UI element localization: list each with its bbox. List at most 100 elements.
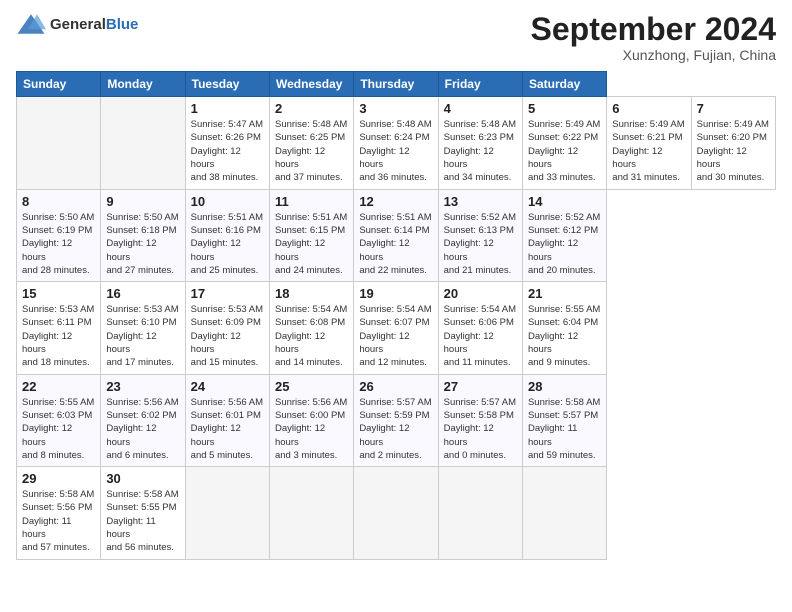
calendar-cell: 25 Sunrise: 5:56 AM Sunset: 6:00 PM Dayli… [269,374,353,466]
calendar-cell: 29 Sunrise: 5:58 AM Sunset: 5:56 PM Dayli… [17,467,101,559]
location: Xunzhong, Fujian, China [531,47,776,63]
calendar-cell: 19 Sunrise: 5:54 AM Sunset: 6:07 PM Dayli… [354,282,438,374]
day-info: Sunrise: 5:49 AM Sunset: 6:21 PM Dayligh… [612,118,685,184]
col-tuesday: Tuesday [185,72,269,97]
calendar-cell: 15Sunrise: 5:53 AM Sunset: 6:11 PM Dayli… [17,282,101,374]
day-info: Sunrise: 5:55 AM Sunset: 6:04 PM Dayligh… [528,303,601,369]
day-info: Sunrise: 5:58 AM Sunset: 5:56 PM Dayligh… [22,488,95,554]
page: GeneralBlue September 2024 Xunzhong, Fuj… [0,0,792,612]
header-row: Sunday Monday Tuesday Wednesday Thursday… [17,72,776,97]
col-friday: Friday [438,72,522,97]
day-number: 12 [359,194,432,209]
day-info: Sunrise: 5:53 AM Sunset: 6:09 PM Dayligh… [191,303,264,369]
day-number: 5 [528,101,601,116]
calendar-cell: 20 Sunrise: 5:54 AM Sunset: 6:06 PM Dayli… [438,282,522,374]
calendar-cell [354,467,438,559]
day-number: 28 [528,379,601,394]
day-info: Sunrise: 5:56 AM Sunset: 6:02 PM Dayligh… [106,396,179,462]
calendar-cell: 5Sunrise: 5:49 AM Sunset: 6:22 PM Daylig… [522,97,606,189]
calendar-table: Sunday Monday Tuesday Wednesday Thursday… [16,71,776,559]
calendar-cell: 11Sunrise: 5:51 AM Sunset: 6:15 PM Dayli… [269,189,353,281]
title-area: September 2024 Xunzhong, Fujian, China [531,12,776,63]
day-number: 3 [359,101,432,116]
day-number: 19 [359,286,432,301]
calendar-cell [438,467,522,559]
calendar-cell: 14Sunrise: 5:52 AM Sunset: 6:12 PM Dayli… [522,189,606,281]
day-number: 7 [697,101,770,116]
day-info: Sunrise: 5:49 AM Sunset: 6:20 PM Dayligh… [697,118,770,184]
day-info: Sunrise: 5:51 AM Sunset: 6:14 PM Dayligh… [359,211,432,277]
day-info: Sunrise: 5:51 AM Sunset: 6:15 PM Dayligh… [275,211,348,277]
col-wednesday: Wednesday [269,72,353,97]
calendar-cell: 2Sunrise: 5:48 AM Sunset: 6:25 PM Daylig… [269,97,353,189]
calendar-cell: 17 Sunrise: 5:53 AM Sunset: 6:09 PM Dayli… [185,282,269,374]
col-sunday: Sunday [17,72,101,97]
day-number: 25 [275,379,348,394]
calendar-cell [17,97,101,189]
calendar-cell: 22 Sunrise: 5:55 AM Sunset: 6:03 PM Dayli… [17,374,101,466]
logo: GeneralBlue [16,12,138,36]
day-info: Sunrise: 5:51 AM Sunset: 6:16 PM Dayligh… [191,211,264,277]
header: GeneralBlue September 2024 Xunzhong, Fuj… [16,12,776,63]
day-number: 2 [275,101,348,116]
col-saturday: Saturday [522,72,606,97]
day-number: 24 [191,379,264,394]
day-number: 9 [106,194,179,209]
day-info: Sunrise: 5:56 AM Sunset: 6:00 PM Dayligh… [275,396,348,462]
calendar-cell [101,97,185,189]
calendar-cell [185,467,269,559]
day-info: Sunrise: 5:54 AM Sunset: 6:07 PM Dayligh… [359,303,432,369]
calendar-cell: 7 Sunrise: 5:49 AM Sunset: 6:20 PM Daylig… [691,97,775,189]
calendar-cell: 24 Sunrise: 5:56 AM Sunset: 6:01 PM Dayli… [185,374,269,466]
day-number: 23 [106,379,179,394]
day-info: Sunrise: 5:57 AM Sunset: 5:59 PM Dayligh… [359,396,432,462]
calendar-cell: 13Sunrise: 5:52 AM Sunset: 6:13 PM Dayli… [438,189,522,281]
day-number: 29 [22,471,95,486]
day-number: 26 [359,379,432,394]
calendar-cell [269,467,353,559]
day-number: 14 [528,194,601,209]
day-number: 18 [275,286,348,301]
calendar-cell: 9 Sunrise: 5:50 AM Sunset: 6:18 PM Daylig… [101,189,185,281]
calendar-cell: 6 Sunrise: 5:49 AM Sunset: 6:21 PM Daylig… [607,97,691,189]
calendar-cell: 8Sunrise: 5:50 AM Sunset: 6:19 PM Daylig… [17,189,101,281]
month-title: September 2024 [531,12,776,47]
day-info: Sunrise: 5:54 AM Sunset: 6:06 PM Dayligh… [444,303,517,369]
logo-text: GeneralBlue [50,16,138,33]
day-number: 30 [106,471,179,486]
day-number: 27 [444,379,517,394]
day-info: Sunrise: 5:47 AM Sunset: 6:26 PM Dayligh… [191,118,264,184]
day-info: Sunrise: 5:50 AM Sunset: 6:19 PM Dayligh… [22,211,95,277]
calendar-cell: 21 Sunrise: 5:55 AM Sunset: 6:04 PM Dayli… [522,282,606,374]
day-number: 4 [444,101,517,116]
calendar-week-3: 15Sunrise: 5:53 AM Sunset: 6:11 PM Dayli… [17,282,776,374]
day-info: Sunrise: 5:58 AM Sunset: 5:55 PM Dayligh… [106,488,179,554]
day-number: 22 [22,379,95,394]
day-number: 15 [22,286,95,301]
day-info: Sunrise: 5:50 AM Sunset: 6:18 PM Dayligh… [106,211,179,277]
calendar-week-1: 1Sunrise: 5:47 AM Sunset: 6:26 PM Daylig… [17,97,776,189]
col-thursday: Thursday [354,72,438,97]
day-number: 13 [444,194,517,209]
calendar-cell [522,467,606,559]
calendar-week-5: 29 Sunrise: 5:58 AM Sunset: 5:56 PM Dayli… [17,467,776,559]
day-number: 16 [106,286,179,301]
calendar-cell: 30 Sunrise: 5:58 AM Sunset: 5:55 PM Dayli… [101,467,185,559]
calendar-cell: 10Sunrise: 5:51 AM Sunset: 6:16 PM Dayli… [185,189,269,281]
calendar-cell: 12 Sunrise: 5:51 AM Sunset: 6:14 PM Dayli… [354,189,438,281]
day-info: Sunrise: 5:57 AM Sunset: 5:58 PM Dayligh… [444,396,517,462]
day-info: Sunrise: 5:56 AM Sunset: 6:01 PM Dayligh… [191,396,264,462]
calendar-cell: 18 Sunrise: 5:54 AM Sunset: 6:08 PM Dayli… [269,282,353,374]
day-info: Sunrise: 5:55 AM Sunset: 6:03 PM Dayligh… [22,396,95,462]
calendar-cell: 1Sunrise: 5:47 AM Sunset: 6:26 PM Daylig… [185,97,269,189]
day-info: Sunrise: 5:54 AM Sunset: 6:08 PM Dayligh… [275,303,348,369]
calendar-cell: 16Sunrise: 5:53 AM Sunset: 6:10 PM Dayli… [101,282,185,374]
calendar-cell: 27 Sunrise: 5:57 AM Sunset: 5:58 PM Dayli… [438,374,522,466]
day-number: 20 [444,286,517,301]
calendar-cell: 3 Sunrise: 5:48 AM Sunset: 6:24 PM Daylig… [354,97,438,189]
calendar-cell: 4Sunrise: 5:48 AM Sunset: 6:23 PM Daylig… [438,97,522,189]
day-number: 17 [191,286,264,301]
day-number: 6 [612,101,685,116]
day-info: Sunrise: 5:48 AM Sunset: 6:24 PM Dayligh… [359,118,432,184]
day-number: 21 [528,286,601,301]
